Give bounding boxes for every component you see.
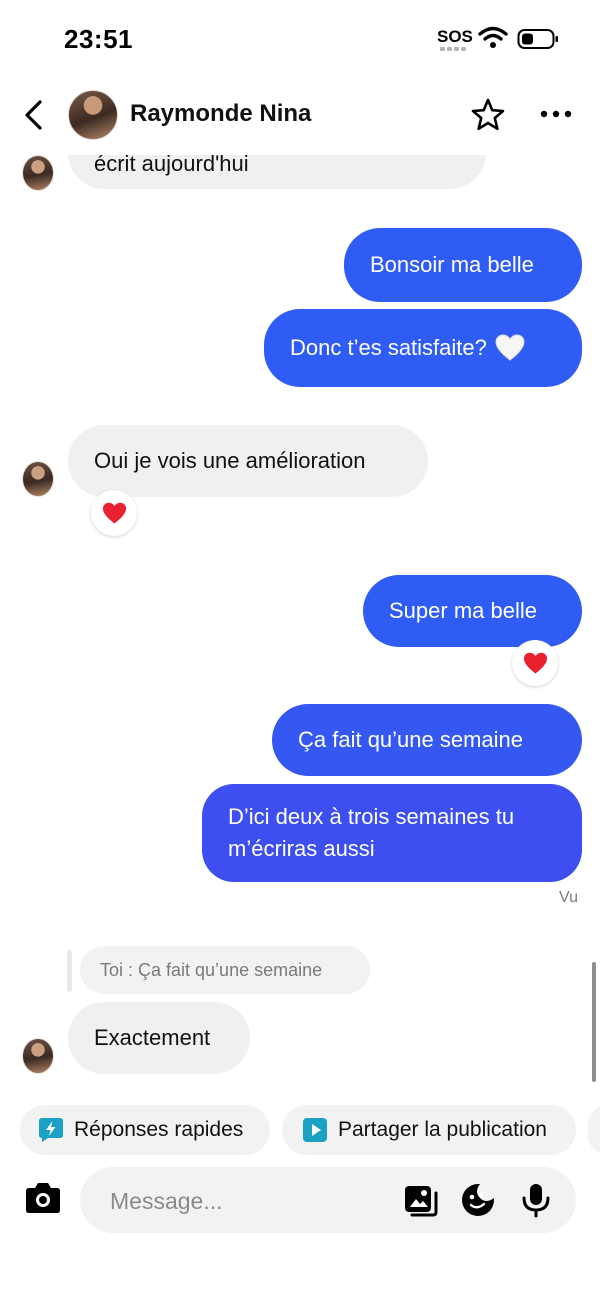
reply-quote[interactable]: Toi : Ça fait qu’une semaine [80, 946, 370, 994]
reaction-badge[interactable] [91, 490, 137, 536]
battery-icon [517, 29, 558, 49]
message-clip: écrit aujourd'hui [0, 155, 600, 195]
sticker-icon[interactable] [460, 1182, 496, 1218]
quick-replies-label: Réponses rapides [74, 1118, 244, 1141]
message-text: Donc t’es satisfaite? [290, 335, 487, 360]
white-heart-icon [495, 334, 525, 361]
outgoing-message[interactable]: Super ma belle [363, 575, 582, 647]
message-text: écrit aujourd'hui [94, 155, 249, 176]
message-text-line: D’ici deux à trois semaines tu [228, 804, 515, 829]
sos-indicator: SOS [437, 27, 473, 46]
red-heart-icon [102, 502, 126, 523]
message-input[interactable] [108, 1167, 382, 1235]
incoming-message[interactable]: Oui je vois une amélioration [68, 425, 428, 497]
contact-avatar-small [22, 155, 54, 191]
message-text: Oui je vois une amélioration [94, 448, 366, 473]
message-text: Bonsoir ma belle [370, 252, 534, 277]
contact-avatar[interactable] [68, 90, 118, 140]
incoming-message[interactable]: écrit aujourd'hui [68, 155, 486, 189]
message-composer[interactable] [80, 1167, 576, 1235]
message-text: Super ma belle [389, 598, 537, 623]
lightning-icon [39, 1118, 63, 1142]
outgoing-message[interactable]: D’ici deux à trois semaines tu m’écriras… [202, 784, 582, 882]
reaction-badge[interactable] [512, 640, 558, 686]
scrollbar[interactable] [592, 962, 596, 1082]
incoming-message[interactable]: Exactement [68, 1002, 250, 1074]
status-time: 23:51 [64, 24, 133, 54]
contact-avatar-small [22, 1038, 54, 1074]
outgoing-message[interactable]: Donc t’es satisfaite? [264, 309, 582, 387]
more-options-icon[interactable] [538, 102, 574, 126]
message-text-line: m’écriras aussi [228, 836, 375, 861]
gallery-icon[interactable] [402, 1183, 438, 1219]
reply-quote-text: Toi : Ça fait qu’une semaine [100, 959, 323, 980]
red-heart-icon [523, 652, 547, 673]
contact-avatar-small [22, 461, 54, 497]
wifi-icon [478, 26, 508, 48]
more-quick-actions[interactable] [588, 1105, 600, 1155]
outgoing-message[interactable]: Ça fait qu’une semaine [272, 704, 582, 776]
message-text: Exactement [94, 1025, 211, 1050]
signal-dots-icon [440, 47, 466, 51]
seen-status: Vu [559, 889, 578, 906]
share-post-button[interactable]: Partager la publication [282, 1105, 576, 1155]
contact-name[interactable]: Raymonde Nina [130, 100, 311, 128]
play-icon [303, 1118, 327, 1142]
back-icon[interactable] [20, 99, 48, 131]
reply-quote-bar [67, 950, 72, 992]
share-post-label: Partager la publication [338, 1118, 547, 1141]
star-icon[interactable] [470, 97, 506, 133]
message-text: Ça fait qu’une semaine [298, 727, 524, 752]
camera-icon[interactable] [22, 1178, 64, 1220]
outgoing-message[interactable]: Bonsoir ma belle [344, 228, 582, 302]
microphone-icon[interactable] [518, 1182, 554, 1218]
quick-replies-button[interactable]: Réponses rapides [20, 1105, 270, 1155]
